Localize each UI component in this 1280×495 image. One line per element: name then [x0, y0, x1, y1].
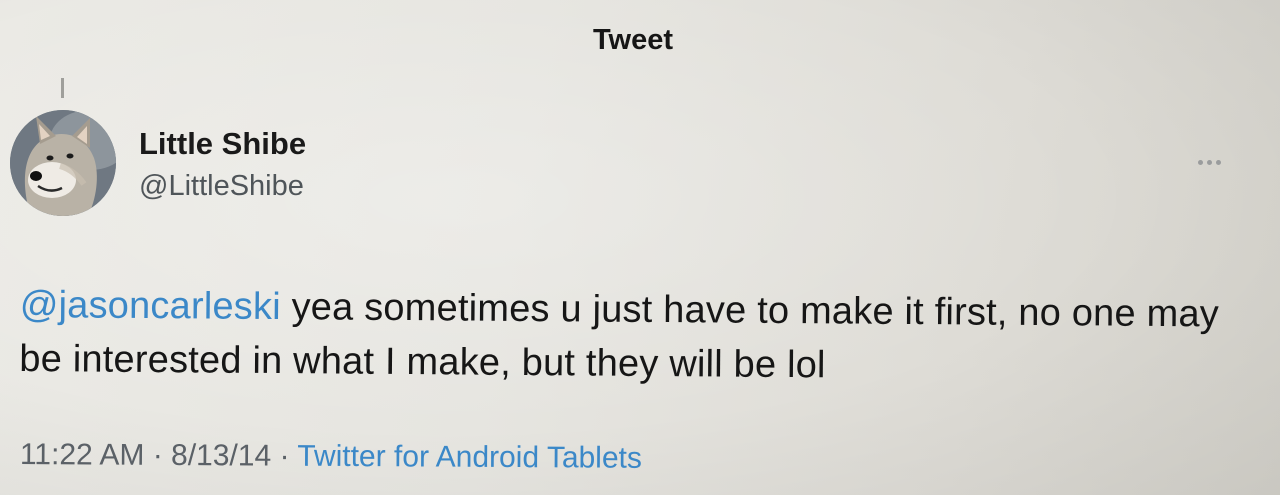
avatar[interactable] [10, 110, 116, 216]
tweet-source-link[interactable]: Twitter for Android Tablets [297, 440, 642, 475]
tweet-text: @jasoncarleski yea sometimes u just have… [19, 278, 1250, 396]
tweet-time: 11:22 AM [19, 438, 145, 472]
author-handle[interactable]: @LittleShibe [139, 170, 304, 203]
screen-glare [0, 0, 1280, 495]
shiba-dog-avatar-icon [10, 110, 116, 216]
tweet-metadata: 11:22 AM · 8/13/14 · Twitter for Android… [20, 438, 642, 476]
more-horizontal-icon-dot [1206, 159, 1212, 165]
page-title: Tweet [592, 24, 674, 56]
more-options-button[interactable] [1192, 150, 1226, 174]
more-horizontal-icon-dot [1215, 159, 1221, 165]
author-display-name[interactable]: Little Shibe [139, 126, 306, 162]
mention-link[interactable]: @jasoncarleski [20, 284, 281, 328]
meta-separator: · [144, 438, 172, 472]
more-horizontal-icon-dot [1197, 159, 1203, 165]
tweet-date: 8/13/14 [170, 438, 272, 473]
meta-separator: · [271, 439, 298, 473]
reply-thread-line [61, 78, 64, 98]
